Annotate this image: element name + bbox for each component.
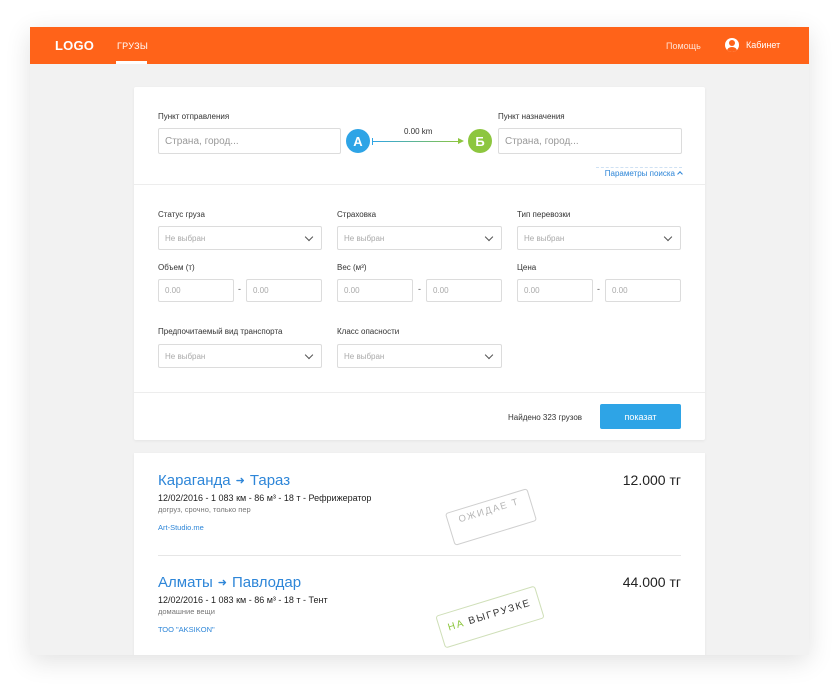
range-separator: - bbox=[238, 284, 241, 294]
preferred-transport-label: Предпочитаемый вид транспорта bbox=[158, 327, 283, 336]
to-input[interactable]: Страна, город... bbox=[498, 128, 682, 154]
cargo-price: 12.000 тг bbox=[622, 472, 681, 488]
status-label: Статус груза bbox=[158, 210, 205, 219]
to-placeholder: Страна, город... bbox=[505, 135, 579, 147]
volume-to-value: 0.00 bbox=[253, 286, 269, 295]
status-select[interactable]: Не выбран bbox=[158, 226, 322, 250]
weight-label: Вес (м³) bbox=[337, 263, 367, 272]
route-from: Караганда bbox=[158, 472, 231, 489]
user-icon bbox=[725, 38, 739, 52]
price-to-value: 0.00 bbox=[612, 286, 628, 295]
company-link[interactable]: Art-Studio.me bbox=[158, 523, 681, 532]
chevron-down-icon bbox=[304, 232, 314, 242]
list-item[interactable]: Караганда ➜ Тараз 12/02/2016 - 1 083 км … bbox=[158, 472, 681, 546]
app-window: LOGO ГРУЗЫ Помощь Кабинет Пункт отправле… bbox=[30, 27, 809, 655]
cargo-price: 44.000 тг bbox=[622, 574, 681, 590]
chevron-up-icon bbox=[677, 171, 683, 177]
transport-type-select[interactable]: Не выбран bbox=[517, 226, 681, 250]
chevron-down-icon bbox=[663, 232, 673, 242]
danger-class-value: Не выбран bbox=[344, 351, 385, 361]
logo[interactable]: LOGO bbox=[55, 38, 94, 53]
top-nav-bar: LOGO ГРУЗЫ Помощь Кабинет bbox=[30, 27, 809, 64]
cargo-route[interactable]: Алматы ➜ Павлодар bbox=[158, 574, 681, 591]
weight-to-value: 0.00 bbox=[433, 286, 449, 295]
list-item[interactable]: Алматы ➜ Павлодар 12/02/2016 - 1 083 км … bbox=[158, 574, 681, 649]
cargo-meta: 12/02/2016 - 1 083 км - 86 м³ - 18 т - Т… bbox=[158, 595, 328, 605]
route-to: Тараз bbox=[249, 472, 291, 489]
preferred-transport-select[interactable]: Не выбран bbox=[158, 344, 322, 368]
range-separator: - bbox=[418, 284, 421, 294]
nav-active-indicator bbox=[116, 61, 147, 64]
route-distance: 0.00 km bbox=[404, 127, 433, 136]
transport-type-value: Не выбран bbox=[524, 233, 565, 243]
nav-cabinet-link[interactable]: Кабинет bbox=[725, 38, 780, 52]
volume-to-input[interactable]: 0.00 bbox=[246, 279, 322, 302]
list-divider bbox=[158, 555, 681, 556]
cargo-note: догруз, срочно, только пер bbox=[158, 505, 251, 514]
point-a-icon: A bbox=[346, 129, 370, 153]
transport-type-label: Тип перевозки bbox=[517, 210, 571, 219]
from-label: Пункт отправления bbox=[158, 112, 230, 121]
section-divider bbox=[134, 392, 705, 393]
nav-cabinet-label: Кабинет bbox=[746, 40, 781, 50]
section-divider bbox=[134, 184, 705, 185]
route-arrow-icon bbox=[458, 138, 464, 144]
price-from-value: 0.00 bbox=[524, 286, 540, 295]
chevron-down-icon bbox=[484, 232, 494, 242]
arrow-right-icon: ➜ bbox=[235, 475, 245, 487]
weight-to-input[interactable]: 0.00 bbox=[426, 279, 502, 302]
insurance-label: Страховка bbox=[337, 210, 377, 219]
nav-help-link[interactable]: Помощь bbox=[666, 41, 701, 51]
from-placeholder: Страна, город... bbox=[165, 135, 239, 147]
search-params-toggle[interactable]: Параметры поиска bbox=[596, 167, 683, 179]
route-from: Алматы bbox=[158, 574, 213, 591]
stamp-word: ВЫГРУЗКЕ bbox=[467, 597, 533, 628]
price-label: Цена bbox=[517, 263, 537, 272]
price-from-input[interactable]: 0.00 bbox=[517, 279, 593, 302]
show-results-button[interactable]: показат bbox=[600, 404, 681, 429]
chevron-down-icon bbox=[304, 350, 314, 360]
nav-item-cargo[interactable]: ГРУЗЫ bbox=[117, 41, 148, 51]
danger-class-label: Класс опасности bbox=[337, 327, 400, 336]
results-count: Найдено 323 грузов bbox=[508, 413, 583, 422]
from-input[interactable]: Страна, город... bbox=[158, 128, 341, 154]
status-value: Не выбран bbox=[165, 233, 206, 243]
range-separator: - bbox=[597, 284, 600, 294]
stamp-word-green: НА bbox=[446, 617, 467, 634]
company-link[interactable]: ТОО "AKSIKON" bbox=[158, 625, 681, 634]
cargo-meta: 12/02/2016 - 1 083 км - 86 м³ - 18 т - Р… bbox=[158, 493, 372, 503]
point-b-icon: Б bbox=[468, 129, 492, 153]
price-to-input[interactable]: 0.00 bbox=[605, 279, 681, 302]
cargo-route[interactable]: Караганда ➜ Тараз bbox=[158, 472, 681, 489]
preferred-transport-value: Не выбран bbox=[165, 351, 206, 361]
search-card: Пункт отправления Страна, город... A 0.0… bbox=[134, 87, 705, 440]
volume-label: Объем (т) bbox=[158, 263, 195, 272]
chevron-down-icon bbox=[484, 350, 494, 360]
insurance-value: Не выбран bbox=[344, 233, 385, 243]
search-params-label: Параметры поиска bbox=[604, 169, 675, 178]
arrow-right-icon: ➜ bbox=[217, 577, 227, 589]
to-label: Пункт назначения bbox=[498, 112, 565, 121]
cargo-list: Караганда ➜ Тараз 12/02/2016 - 1 083 км … bbox=[134, 453, 705, 655]
weight-from-value: 0.00 bbox=[344, 286, 360, 295]
weight-from-input[interactable]: 0.00 bbox=[337, 279, 413, 302]
cargo-note: домашние вещи bbox=[158, 607, 215, 616]
volume-from-input[interactable]: 0.00 bbox=[158, 279, 234, 302]
route-to: Павлодар bbox=[231, 574, 302, 591]
danger-class-select[interactable]: Не выбран bbox=[337, 344, 502, 368]
volume-from-value: 0.00 bbox=[165, 286, 181, 295]
insurance-select[interactable]: Не выбран bbox=[337, 226, 502, 250]
route-line bbox=[372, 141, 460, 142]
